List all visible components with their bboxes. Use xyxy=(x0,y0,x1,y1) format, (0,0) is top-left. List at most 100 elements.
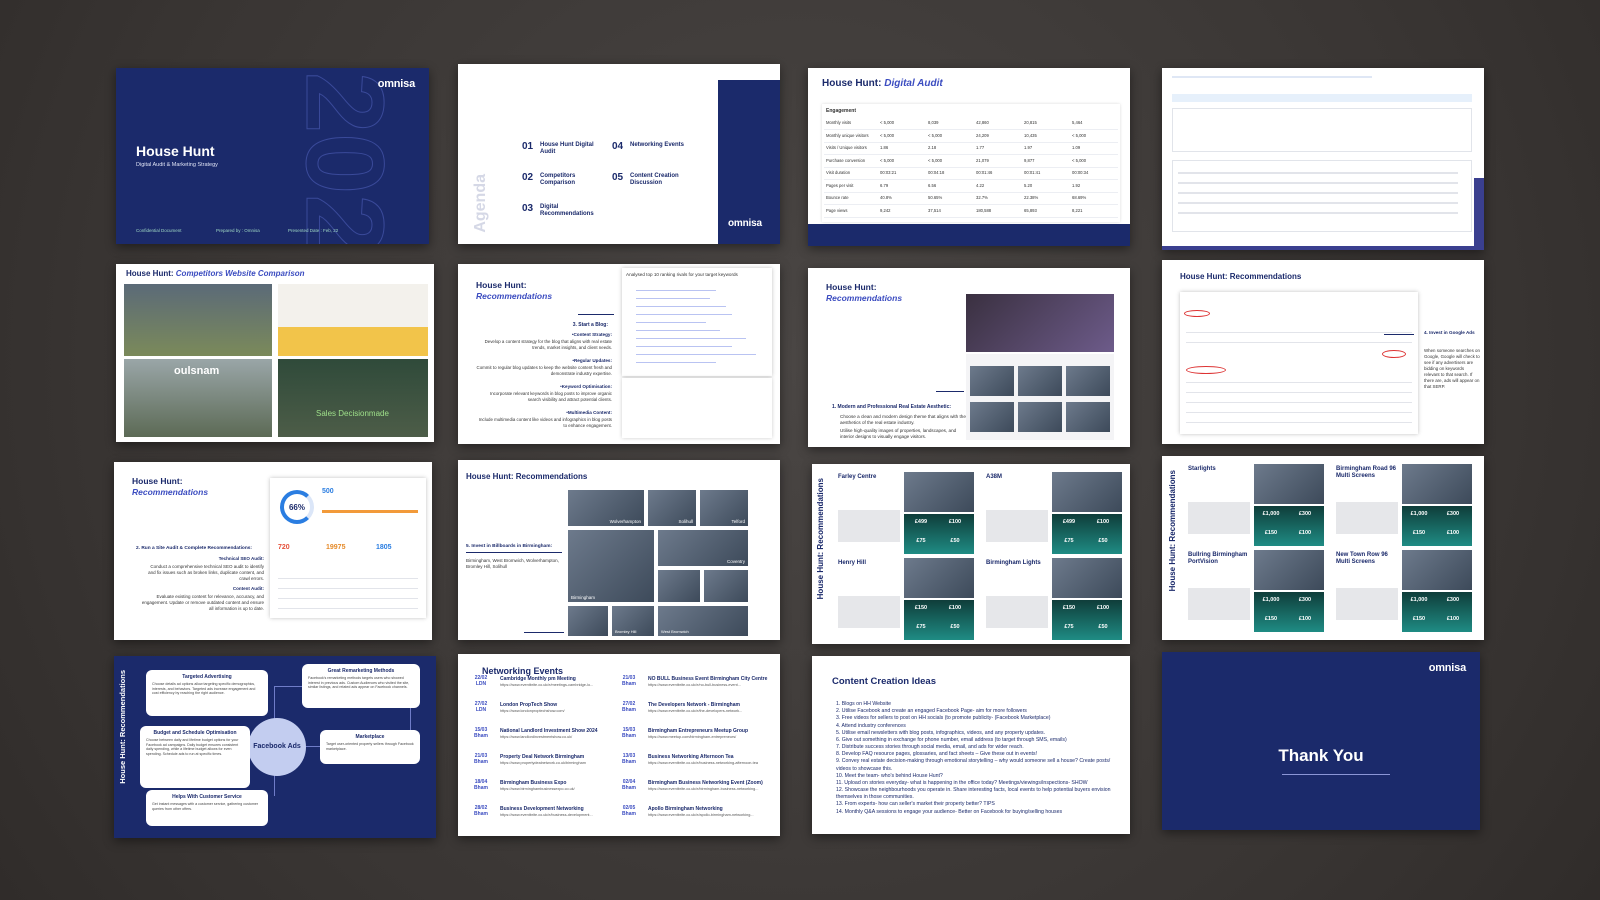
sales-label: Sales Decisionmade xyxy=(316,409,389,418)
event-link[interactable]: https://www.eventbrite.co.uk/e/birmingha… xyxy=(648,787,764,792)
billboard-site-name[interactable]: Farley Centre xyxy=(838,474,898,481)
event-link[interactable]: https://www.birminghambusinessexpo.co.uk… xyxy=(500,787,616,792)
site-price: £300 xyxy=(1298,597,1312,603)
site-price: £100 xyxy=(1096,605,1110,611)
audit-cell: 32.7% xyxy=(976,195,988,200)
event-title[interactable]: Business Development Networking xyxy=(500,806,620,812)
event-link[interactable]: https://www.eventbrite.co.uk/e/apollo-bi… xyxy=(648,813,764,818)
event-link[interactable]: https://www.meetup.com/birmingham-entrep… xyxy=(648,735,764,740)
event-link[interactable]: https://www.eventbrite.co.uk/e/business-… xyxy=(648,761,764,766)
agenda-item-2[interactable]: Competitors Comparison xyxy=(540,173,600,187)
event-title[interactable]: NO BULL Business Event Birmingham City C… xyxy=(648,676,768,682)
audit-cell: 00:04:18 xyxy=(928,170,945,175)
slide-networking-events[interactable]: Networking Events 22/02 LDN Cambridge Mon… xyxy=(458,654,780,836)
event-link[interactable]: https://www.londonproptechshow.com/ xyxy=(500,709,616,714)
billboard-site-name[interactable]: New Town Row 96 Multi Screens xyxy=(1336,552,1396,565)
site-price: £1,000 xyxy=(1262,511,1280,517)
slide-rec-blog[interactable]: House Hunt: Recommendations Analysed top … xyxy=(458,264,780,444)
agenda-item-3[interactable]: Digital Recommendations xyxy=(540,204,610,218)
link-8[interactable] xyxy=(636,346,732,347)
seo-p1-heading: Technical SEO Audit: xyxy=(218,556,264,561)
pointer-line xyxy=(936,391,964,392)
site-photo xyxy=(1254,464,1324,504)
site-photo xyxy=(1052,558,1122,598)
event-title[interactable]: Birmingham Business Networking Event (Zo… xyxy=(648,780,768,786)
link-4[interactable] xyxy=(636,314,732,315)
event-link[interactable]: https://www.eventbrite.co.uk/e/the-devel… xyxy=(648,709,764,714)
billboard-site-name[interactable]: Birmingham Road 96 Multi Screens xyxy=(1336,466,1396,479)
audit-cell: 8,221 xyxy=(1072,207,1083,213)
event-title[interactable]: Birmingham Entrepreneurs Meetup Group xyxy=(648,728,768,734)
site-photo xyxy=(1052,472,1122,512)
site-price: £75 xyxy=(916,538,926,544)
audit-row-label: Monthly visits xyxy=(826,120,852,125)
highlight-circle xyxy=(1186,366,1226,374)
billboard-site-name[interactable]: Bullring Birmingham PortVision xyxy=(1188,552,1248,565)
link-5[interactable] xyxy=(636,322,706,323)
slide-rec-seo[interactable]: House Hunt: Recommendations 66% 500 720 1… xyxy=(114,462,432,640)
event-link[interactable]: https://www.landlordinvestmentshow.co.uk… xyxy=(500,735,616,740)
link-1[interactable] xyxy=(636,290,716,291)
billboard-photo-telford: Telford xyxy=(700,490,748,526)
slide-competitors[interactable]: House Hunt: Competitors Website Comparis… xyxy=(116,264,434,442)
event-link[interactable]: https://www.eventbrite.co.uk/e/meetings-… xyxy=(500,683,616,688)
kw-row-1 xyxy=(1178,172,1458,174)
event-title[interactable]: London PropTech Show xyxy=(500,702,620,708)
event-date: 21/03 Bham xyxy=(622,675,636,687)
link-10[interactable] xyxy=(636,362,716,363)
slide-agenda[interactable]: Agenda omnisa 01 House Hunt Digital Audi… xyxy=(458,64,780,244)
slide-content-ideas[interactable]: Content Creation Ideas 1. Blogs on HH We… xyxy=(812,656,1130,834)
slide-cover[interactable]: 2024 omnisa House Hunt Digital Audit & M… xyxy=(116,68,429,244)
slide-billboards-sites-1[interactable]: House Hunt: Recommendations Farley Centr… xyxy=(812,464,1130,644)
slide-title: House Hunt: Recommendations xyxy=(826,282,903,303)
agenda-item-4[interactable]: Networking Events xyxy=(630,142,690,149)
audit-cell: 24,209 xyxy=(976,132,989,138)
slide-thank-you[interactable]: omnisa Thank You xyxy=(1162,652,1480,830)
audit-cell: 37,514 xyxy=(928,207,941,213)
agenda-label: Agenda xyxy=(472,174,489,233)
audit-row-label: Visit duration xyxy=(826,170,851,175)
bottom-band xyxy=(1162,246,1484,250)
slide-rec-google[interactable]: House Hunt: Recommendations 4. Invest in… xyxy=(1162,260,1484,444)
link-6[interactable] xyxy=(636,330,720,331)
event-title[interactable]: Cambridge Monthly pm Meeting xyxy=(500,676,620,682)
slide-keyword-overview[interactable] xyxy=(1162,68,1484,250)
agenda-item-1[interactable]: House Hunt Digital Audit xyxy=(540,142,600,156)
event-date: 13/03 Bham xyxy=(622,753,636,765)
slide-facebook-ads[interactable]: House Hunt: Recommendations Facebook Ads… xyxy=(114,656,436,838)
event-title[interactable]: Property Deal Network Birmingham xyxy=(500,754,620,760)
billboard-site-name[interactable]: Henry Hill xyxy=(838,560,898,567)
link-9[interactable] xyxy=(636,354,756,355)
site-price: £150 xyxy=(1412,616,1426,622)
link-2[interactable] xyxy=(636,298,710,299)
blog-point-heading: •Keyword Optimisation: xyxy=(560,384,612,389)
slide-billboards-sites-2[interactable]: House Hunt: Recommendations Starlights £1… xyxy=(1162,456,1484,640)
link-7[interactable] xyxy=(636,338,746,339)
audit-cell: 2.18 xyxy=(928,145,937,150)
billboard-site-name[interactable]: Starlights xyxy=(1188,466,1248,473)
slide-rec-billboards[interactable]: House Hunt: Recommendations Wolverhampto… xyxy=(458,460,780,640)
slide-digital-audit[interactable]: House Hunt: Digital Audit Engagement Mon… xyxy=(808,68,1130,246)
audit-cell: 42,860 xyxy=(976,120,989,125)
event-title[interactable]: Business Networking Afternoon Tea xyxy=(648,754,768,760)
side-title: House Hunt: Recommendations xyxy=(816,478,825,600)
event-link[interactable]: https://www.propertydealnetwork.co.uk/bi… xyxy=(500,761,616,766)
event-title[interactable]: Apollo Birmingham Networking xyxy=(648,806,768,812)
billboard-site-name[interactable]: A38M xyxy=(986,474,1046,481)
event-link[interactable]: https://www.eventbrite.co.uk/e/no-bull-b… xyxy=(648,683,764,688)
pointer-line xyxy=(1384,334,1414,335)
site-price: £300 xyxy=(1446,597,1460,603)
event-title[interactable]: National Landlord Investment Show 2024 xyxy=(500,728,620,734)
event-title[interactable]: Birmingham Business Expo xyxy=(500,780,620,786)
agenda-item-5[interactable]: Content Creation Discussion xyxy=(630,173,696,187)
slide-rec-design[interactable]: House Hunt: Recommendations 1. Modern and… xyxy=(808,268,1130,447)
slide-title: House Hunt: Recommendations xyxy=(466,472,588,481)
billboard-site-name[interactable]: Birmingham Lights xyxy=(986,560,1046,567)
agenda-num-4: 04 xyxy=(612,141,624,152)
link-3[interactable] xyxy=(636,306,726,307)
analysis-panel: Analysed top 10 ranking rivals for your … xyxy=(622,268,772,376)
event-title[interactable]: The Developers Network - Birmingham xyxy=(648,702,768,708)
billboard-photo-row3c: West Bromwich xyxy=(658,606,748,636)
notes-panel xyxy=(622,378,772,438)
event-link[interactable]: https://www.eventbrite.co.uk/e/business-… xyxy=(500,813,616,818)
